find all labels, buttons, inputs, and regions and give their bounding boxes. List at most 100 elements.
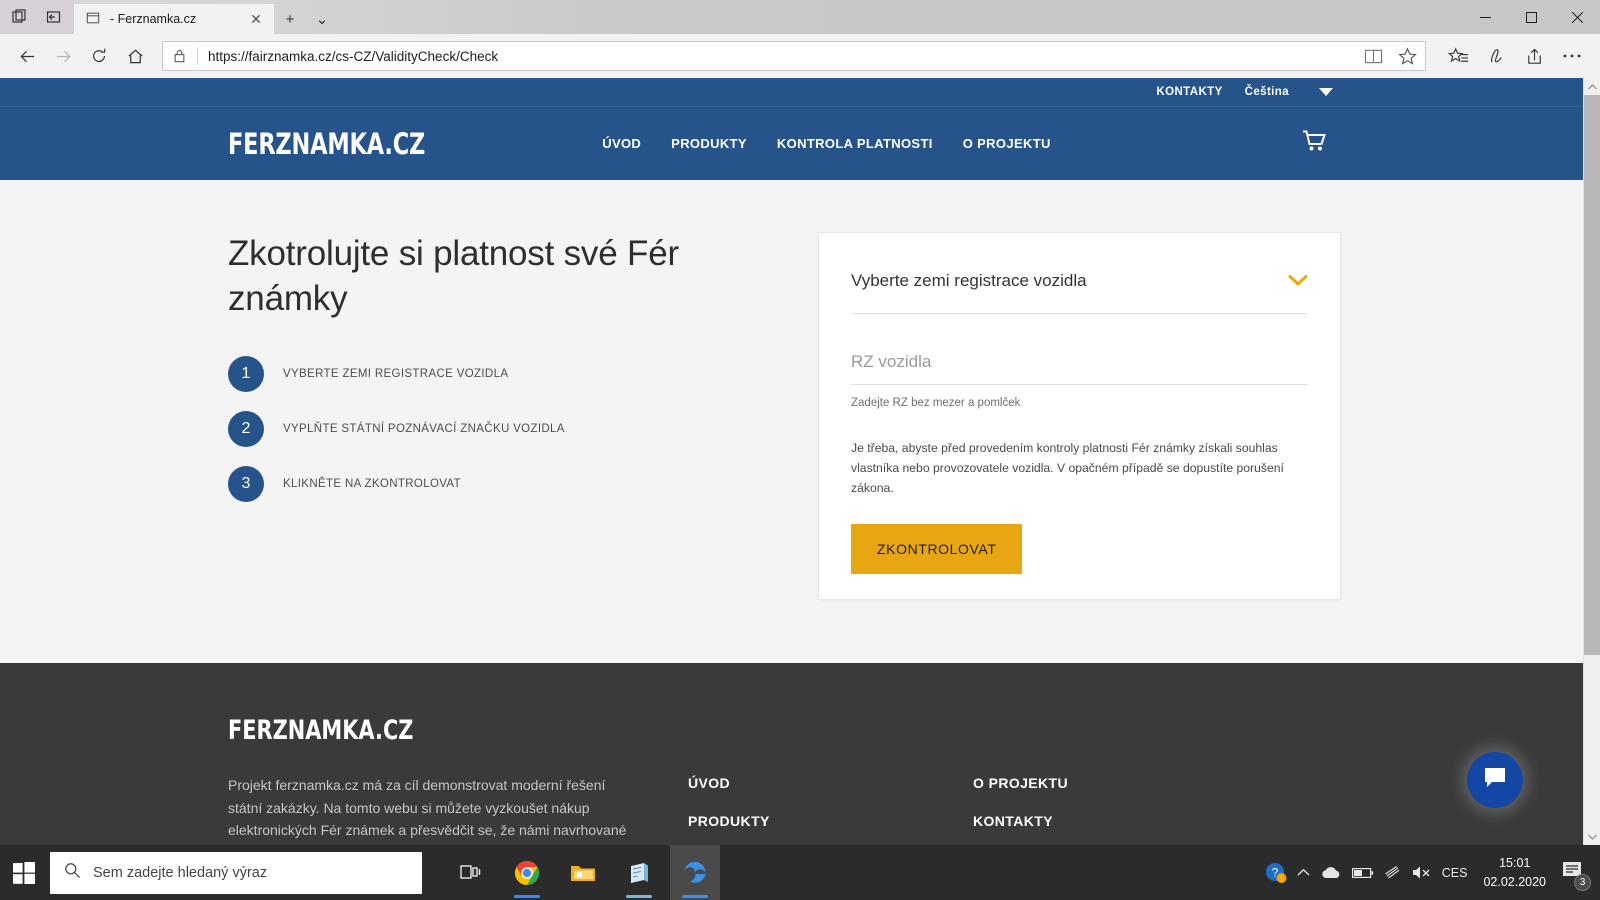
refresh-icon[interactable] bbox=[82, 39, 116, 73]
favorites-hub-icon[interactable] bbox=[1440, 39, 1476, 73]
app-running-indicator bbox=[626, 895, 652, 898]
site-utility-bar: KONTAKTY Čeština bbox=[0, 78, 1583, 106]
nav-item-o-projektu[interactable]: O PROJEKTU bbox=[963, 136, 1051, 151]
home-icon[interactable] bbox=[118, 39, 152, 73]
nav-item-uvod[interactable]: ÚVOD bbox=[602, 136, 641, 151]
volume-muted-icon[interactable] bbox=[1412, 865, 1432, 880]
wifi-icon[interactable] bbox=[1384, 865, 1402, 880]
page-title: Zkotrolujte si platnost své Fér známky bbox=[228, 234, 679, 318]
minimize-button[interactable] bbox=[1462, 0, 1508, 34]
set-tabs-aside-icon[interactable] bbox=[4, 1, 36, 33]
scroll-down-arrow-icon[interactable] bbox=[1584, 828, 1600, 845]
taskbar-search-placeholder: Sem zadejte hledaný výraz bbox=[93, 864, 268, 881]
step-number: 3 bbox=[228, 465, 264, 502]
titlebar-left-buttons bbox=[0, 0, 74, 34]
step-item-3: 3 KLIKNĚTE NA ZKONTROLOVAT bbox=[228, 465, 748, 502]
step-label: VYBERTE ZEMI REGISTRACE VOZIDLA bbox=[283, 367, 509, 380]
task-view-icon[interactable] bbox=[446, 845, 496, 900]
footer-link-uvod[interactable]: ÚVOD bbox=[688, 775, 973, 791]
tabs-you-set-aside-icon[interactable] bbox=[38, 1, 70, 33]
lock-icon bbox=[167, 49, 191, 63]
chat-bubble-icon bbox=[1482, 766, 1508, 795]
more-options-icon[interactable] bbox=[1554, 39, 1590, 73]
footer-link-o-projektu[interactable]: O PROJEKTU bbox=[973, 775, 1258, 791]
close-window-button[interactable] bbox=[1554, 0, 1600, 34]
step-label: KLIKNĚTE NA ZKONTROLOVAT bbox=[283, 477, 461, 490]
scrollbar-track[interactable] bbox=[1584, 95, 1600, 828]
plate-input-placeholder: RZ vozidla bbox=[851, 352, 932, 371]
consent-disclaimer: Je třeba, abyste před provedením kontrol… bbox=[851, 441, 1284, 495]
file-explorer-icon[interactable] bbox=[558, 845, 608, 900]
browser-toolbar: https://fairznamka.cz/cs-CZ/ValidityChec… bbox=[0, 34, 1600, 78]
taskbar-clock[interactable]: 15:01 02.02.2020 bbox=[1477, 854, 1552, 890]
step-item-2: 2 VYPLŇTE STÁTNÍ POZNÁVACÍ ZNAČKU VOZIDL… bbox=[228, 410, 748, 447]
clock-time: 15:01 bbox=[1499, 856, 1531, 871]
show-hidden-icons-icon[interactable] bbox=[1297, 868, 1310, 877]
footer-links-column-2: O PROJEKTU KONTAKTY bbox=[973, 715, 1258, 845]
sticky-notes-icon[interactable] bbox=[614, 845, 664, 900]
check-button[interactable]: ZKONTROLOVAT bbox=[851, 524, 1023, 575]
nav-item-kontrola-platnosti[interactable]: KONTROLA PLATNOSTI bbox=[777, 136, 933, 151]
search-icon bbox=[64, 862, 81, 884]
site-footer: FERZNAMKA.CZ Projekt ferznamka.cz má za … bbox=[0, 663, 1583, 845]
back-arrow-icon[interactable] bbox=[10, 39, 44, 73]
plate-input-wrapper[interactable]: RZ vozidla bbox=[851, 352, 1308, 385]
notifications-button[interactable]: 3 bbox=[1562, 860, 1591, 891]
new-tab-button[interactable]: + bbox=[274, 4, 306, 34]
app-running-indicator bbox=[514, 895, 540, 898]
step-number: 2 bbox=[228, 410, 264, 447]
window-controls bbox=[1462, 0, 1600, 34]
windows-taskbar: Sem zadejte hledaný výraz ? ! CES 15:01 … bbox=[0, 845, 1600, 900]
validity-check-card: Vyberte zemi registrace vozidla RZ vozid… bbox=[818, 232, 1341, 600]
footer-links-column-1: ÚVOD PRODUKTY bbox=[688, 715, 973, 845]
footer-link-produkty[interactable]: PRODUKTY bbox=[688, 813, 973, 829]
app-running-indicator bbox=[682, 895, 708, 898]
page-scrollbar[interactable] bbox=[1583, 78, 1600, 845]
clock-date: 02.02.2020 bbox=[1483, 874, 1546, 889]
browser-tab[interactable]: - Ferznamka.cz ✕ bbox=[74, 4, 274, 34]
tab-dropdown-icon[interactable]: ⌄ bbox=[306, 4, 338, 34]
address-bar[interactable]: https://fairznamka.cz/cs-CZ/ValidityChec… bbox=[162, 41, 1426, 71]
plate-input-help-text: Zadejte RZ bez mezer a pomlček bbox=[851, 397, 1021, 409]
edge-icon[interactable] bbox=[670, 845, 720, 900]
footer-brand: FERZNAMKA.CZ Projekt ferznamka.cz má za … bbox=[228, 715, 688, 845]
taskbar-app-buttons bbox=[446, 845, 720, 900]
browser-titlebar: - Ferznamka.cz ✕ + ⌄ bbox=[0, 0, 1600, 34]
scrollbar-thumb[interactable] bbox=[1584, 95, 1600, 655]
footer-description: Projekt ferznamka.cz má za cíl demonstro… bbox=[228, 777, 627, 839]
country-select[interactable]: Vyberte zemi registrace vozidla bbox=[851, 271, 1308, 314]
footer-logo[interactable]: FERZNAMKA.CZ bbox=[228, 715, 624, 746]
battery-icon[interactable] bbox=[1351, 867, 1374, 879]
language-switcher[interactable]: Čeština bbox=[1245, 86, 1333, 98]
system-tray: ? ! CES 15:01 02.02.2020 3 bbox=[1265, 854, 1600, 891]
shopping-cart-icon[interactable] bbox=[1302, 129, 1328, 158]
step-item-1: 1 VYBERTE ZEMI REGISTRACE VOZIDLA bbox=[228, 355, 748, 392]
address-bar-url[interactable]: https://fairznamka.cz/cs-CZ/ValidityChec… bbox=[204, 49, 1353, 64]
main-navigation: ÚVOD PRODUKTY KONTROLA PLATNOSTI O PROJE… bbox=[602, 136, 1051, 151]
keyboard-language[interactable]: CES bbox=[1442, 866, 1468, 880]
chrome-icon[interactable] bbox=[502, 845, 552, 900]
start-button[interactable] bbox=[0, 845, 48, 900]
page-viewport: KONTAKTY Čeština FERZNAMKA.CZ ÚVOD PRODU… bbox=[0, 78, 1600, 845]
tab-title: - Ferznamka.cz bbox=[110, 12, 197, 26]
onedrive-icon[interactable] bbox=[1320, 866, 1342, 880]
web-notes-icon[interactable] bbox=[1478, 39, 1514, 73]
country-select-value: Vyberte zemi registrace vozidla bbox=[851, 271, 1087, 290]
footer-link-kontakty[interactable]: KONTAKTY bbox=[973, 813, 1258, 829]
svg-text:!: ! bbox=[1280, 874, 1282, 883]
help-icon[interactable]: ? ! bbox=[1265, 862, 1287, 884]
nav-item-produkty[interactable]: PRODUKTY bbox=[671, 136, 747, 151]
tab-close-icon[interactable]: ✕ bbox=[246, 9, 266, 29]
forward-arrow-icon[interactable] bbox=[46, 39, 80, 73]
taskbar-search-box[interactable]: Sem zadejte hledaný výraz bbox=[50, 851, 422, 894]
scroll-up-arrow-icon[interactable] bbox=[1584, 78, 1600, 95]
reading-view-icon[interactable] bbox=[1359, 43, 1387, 69]
chat-widget-button[interactable] bbox=[1467, 752, 1523, 808]
site-logo[interactable]: FERZNAMKA.CZ bbox=[228, 127, 425, 161]
step-number: 1 bbox=[228, 355, 264, 392]
web-page: KONTAKTY Čeština FERZNAMKA.CZ ÚVOD PRODU… bbox=[0, 78, 1583, 845]
maximize-button[interactable] bbox=[1508, 0, 1554, 34]
favorite-star-icon[interactable] bbox=[1393, 43, 1421, 69]
share-icon[interactable] bbox=[1516, 39, 1552, 73]
utility-link-kontakty[interactable]: KONTAKTY bbox=[1156, 86, 1222, 98]
